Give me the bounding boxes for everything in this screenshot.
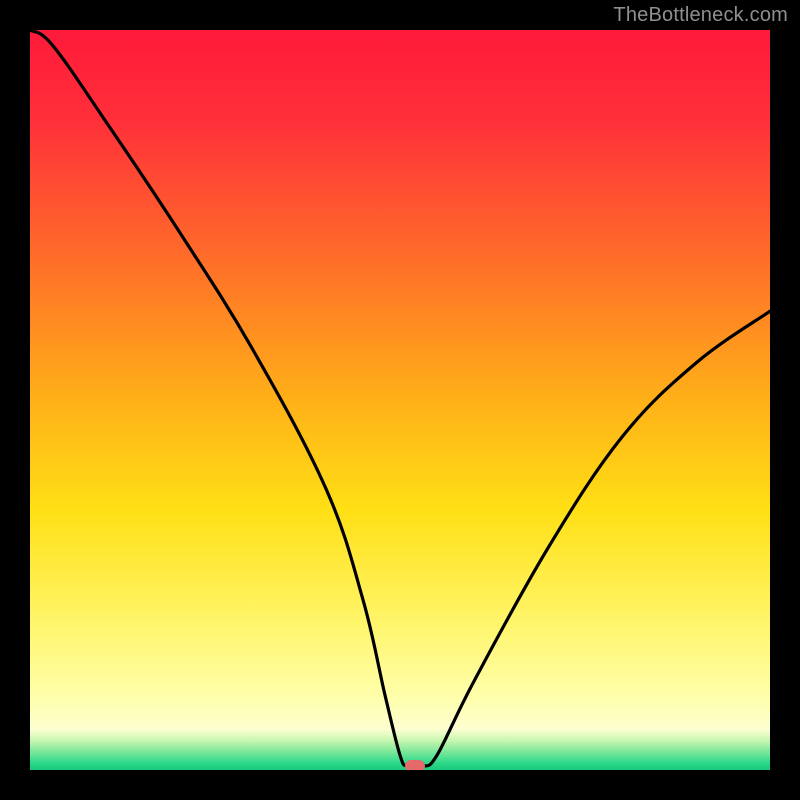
minimum-marker — [405, 760, 425, 770]
plot-area — [30, 30, 770, 770]
bottleneck-curve — [30, 30, 770, 770]
chart-frame: TheBottleneck.com — [0, 0, 800, 800]
watermark-text: TheBottleneck.com — [613, 4, 788, 27]
